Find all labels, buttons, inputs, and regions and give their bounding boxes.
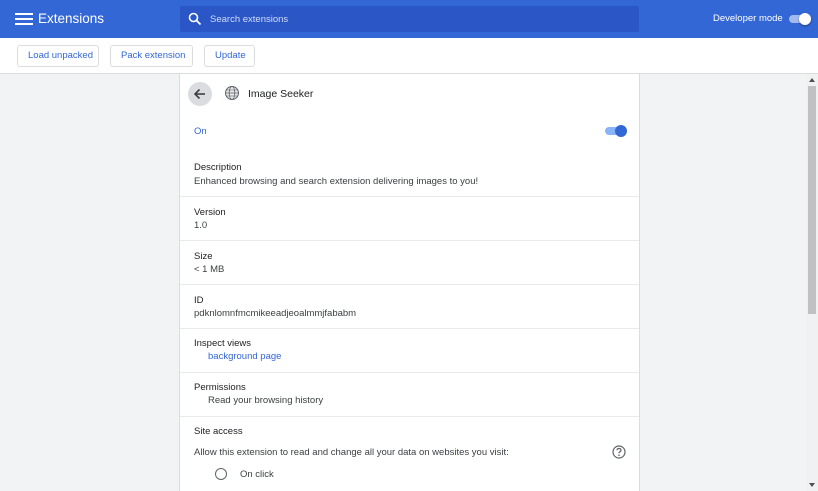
developer-mode-toggle[interactable] xyxy=(789,13,811,25)
on-click-radio-label[interactable]: On click xyxy=(240,469,274,480)
pack-extension-button[interactable]: Pack extension xyxy=(110,45,193,67)
extension-name: Image Seeker xyxy=(248,88,314,100)
background-page-link[interactable]: background page xyxy=(208,351,281,362)
permission-item: Read your browsing history xyxy=(208,395,324,406)
id-label: ID xyxy=(194,295,204,306)
size-section: Size < 1 MB xyxy=(180,241,639,285)
puzzle-globe-icon xyxy=(225,86,239,100)
search-input[interactable] xyxy=(210,9,630,29)
scroll-up-arrow-icon[interactable] xyxy=(806,74,818,86)
help-circle-icon[interactable] xyxy=(612,445,626,459)
description-label: Description xyxy=(194,162,242,173)
size-value: < 1 MB xyxy=(194,264,225,275)
version-value: 1.0 xyxy=(194,220,208,231)
on-click-radio[interactable] xyxy=(215,468,227,480)
extension-details-card: Image Seeker On Description Enhanced bro… xyxy=(179,74,640,491)
version-section: Version 1.0 xyxy=(180,197,639,241)
version-label: Version xyxy=(194,207,226,218)
search-icon[interactable] xyxy=(188,12,202,26)
update-button[interactable]: Update xyxy=(204,45,255,67)
site-access-label: Site access xyxy=(194,426,243,437)
extension-status-label: On xyxy=(194,126,207,137)
description-value: Enhanced browsing and search extension d… xyxy=(194,176,479,187)
description-section: Description Enhanced browsing and search… xyxy=(180,152,639,197)
developer-mode-label: Developer mode xyxy=(713,13,783,24)
top-bar: Extensions Developer mode xyxy=(0,0,818,38)
site-access-prompt: Allow this extension to read and change … xyxy=(194,447,509,458)
extension-enable-toggle[interactable] xyxy=(605,125,627,137)
page-title: Extensions xyxy=(38,11,105,26)
load-unpacked-button[interactable]: Load unpacked xyxy=(17,45,99,67)
id-value: pdknlomnfmcmikeeadjeoalmmjfababm xyxy=(194,308,357,319)
permissions-label: Permissions xyxy=(194,382,246,393)
scroll-down-arrow-icon[interactable] xyxy=(806,479,818,491)
permissions-section: Permissions Read your browsing history xyxy=(180,373,639,417)
size-label: Size xyxy=(194,251,213,262)
arrow-back-icon xyxy=(193,88,205,100)
page-scrollbar[interactable] xyxy=(806,74,818,491)
id-section: ID pdknlomnfmcmikeeadjeoalmmjfababm xyxy=(180,285,639,329)
inspect-views-label: Inspect views xyxy=(194,338,252,349)
inspect-views-section: Inspect views background page xyxy=(180,329,639,373)
scrollbar-thumb[interactable] xyxy=(808,86,816,314)
search-bar[interactable] xyxy=(180,6,639,32)
hamburger-menu-icon[interactable] xyxy=(12,7,36,31)
developer-toolbar: Load unpacked Pack extension Update xyxy=(0,38,818,74)
back-button[interactable] xyxy=(188,82,212,106)
